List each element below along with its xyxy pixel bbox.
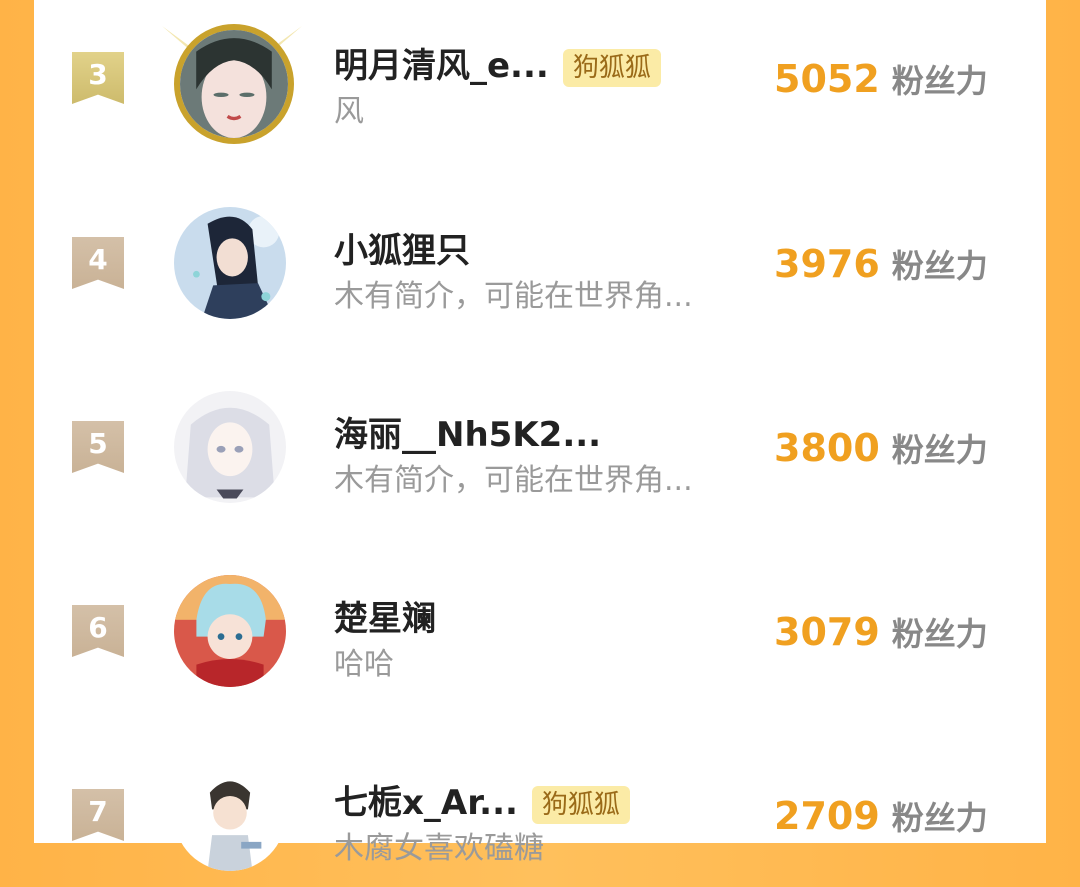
- avatar[interactable]: [174, 575, 286, 687]
- fan-score-value: 3800: [774, 426, 880, 470]
- rank-badge: 6: [72, 605, 124, 657]
- fan-score-value: 5052: [774, 57, 880, 101]
- rank-badge: 7: [72, 789, 124, 841]
- user-name[interactable]: 明月清风_e... 狗狐狐: [334, 38, 661, 87]
- user-bio: 木有简介，可能在世界角...: [334, 463, 693, 498]
- fan-score: 3800 粉丝力: [774, 425, 988, 471]
- fan-score-value: 3976: [774, 242, 880, 286]
- user-name-text: 海丽__Nh5K2...: [334, 415, 602, 455]
- avatar[interactable]: [174, 391, 286, 503]
- ranking-row[interactable]: 6 楚星斓 哈哈 3079 粉丝力: [34, 553, 1046, 703]
- rank-badge: 5: [72, 421, 124, 473]
- user-name[interactable]: 海丽__Nh5K2...: [334, 407, 601, 456]
- ranking-row[interactable]: 3 明月清风_e... 狗狐狐 风 5052 粉丝力: [34, 0, 1046, 150]
- user-name[interactable]: 楚星斓: [334, 591, 436, 640]
- fan-score: 2709 粉丝力: [774, 793, 988, 839]
- user-bio: 木腐女喜欢磕糖: [334, 831, 544, 866]
- fan-score: 3079 粉丝力: [774, 609, 988, 655]
- fan-score-unit: 粉丝力: [891, 431, 988, 469]
- fan-score-value: 3079: [774, 610, 880, 654]
- fan-ranking-card: 3 明月清风_e... 狗狐狐 风 5052 粉丝力 4 小狐狸只 木有简介，可…: [34, 0, 1046, 871]
- user-name-text: 楚星斓: [334, 599, 436, 639]
- user-name[interactable]: 七栀x_Ar... 狗狐狐: [334, 775, 630, 824]
- rank-badge: 3: [72, 52, 124, 104]
- rank-badge: 4: [72, 237, 124, 289]
- user-bio: 风: [334, 94, 364, 129]
- user-name-text: 明月清风_e...: [334, 46, 549, 86]
- fan-badge: 狗狐狐: [562, 48, 661, 87]
- fan-badge: 狗狐狐: [531, 785, 630, 824]
- user-name[interactable]: 小狐狸只: [334, 223, 470, 272]
- user-name-text: 小狐狸只: [334, 231, 470, 271]
- user-name-text: 七栀x_Ar...: [334, 783, 518, 823]
- fan-score: 5052 粉丝力: [774, 56, 988, 102]
- fan-score: 3976 粉丝力: [774, 241, 988, 287]
- fan-score-value: 2709: [774, 794, 880, 838]
- fan-score-unit: 粉丝力: [891, 799, 988, 837]
- fan-score-unit: 粉丝力: [891, 62, 988, 100]
- avatar[interactable]: [174, 759, 286, 871]
- user-bio: 哈哈: [334, 647, 394, 682]
- ranking-row[interactable]: 4 小狐狸只 木有简介，可能在世界角... 3976 粉丝力: [34, 185, 1046, 335]
- fan-score-unit: 粉丝力: [891, 615, 988, 653]
- ranking-row[interactable]: 5 海丽__Nh5K2... 木有简介，可能在世界角... 3800 粉丝力: [34, 369, 1046, 519]
- avatar[interactable]: [174, 207, 286, 319]
- user-bio: 木有简介，可能在世界角...: [334, 279, 693, 314]
- ranking-row[interactable]: 7 七栀x_Ar... 狗狐狐 木腐女喜欢磕糖 2709 粉丝力: [34, 737, 1046, 887]
- fan-score-unit: 粉丝力: [891, 247, 988, 285]
- avatar[interactable]: [174, 24, 294, 144]
